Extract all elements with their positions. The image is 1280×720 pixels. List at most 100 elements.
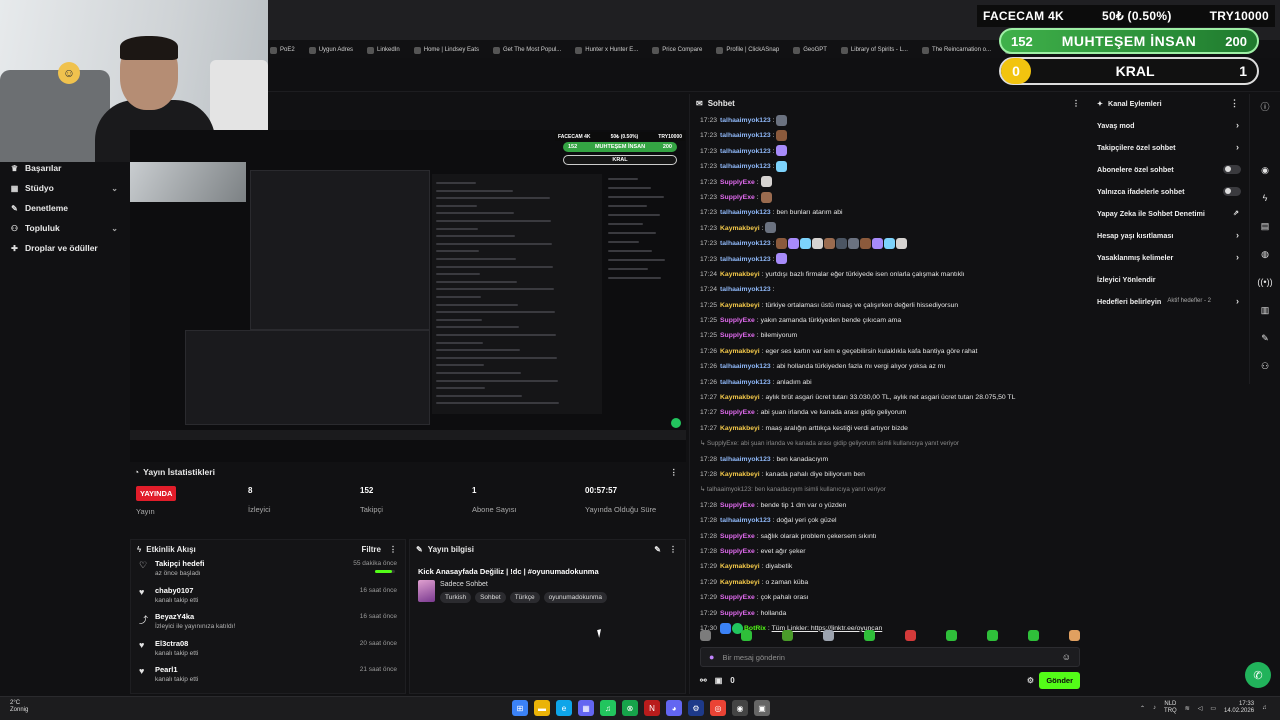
action-item-6[interactable]: Yasaklanmış kelimeler › [1092,246,1247,268]
chat-username[interactable]: SupplyExe [720,179,755,186]
chat-message[interactable]: 17:28 SupplyExe: evet ağır şeker [700,544,1084,559]
chat-username[interactable]: Kaymakbeyi [720,271,760,278]
action-item-7[interactable]: İzleyici Yönlendir [1092,268,1247,290]
chat-username[interactable]: talhaaimyok123 [720,240,771,247]
quick-emote-icon[interactable] [823,630,834,641]
chat-message[interactable]: 17:26 talhaaimyok123: abi hollanda türkiy… [700,359,1084,374]
chat-message[interactable]: 17:23 talhaaimyok123: [700,252,1084,267]
chat-users-icon[interactable]: ⚯ [700,676,707,685]
action-item-4[interactable]: Yapay Zeka ile Sohbet Denetimi ⇗ [1092,202,1247,224]
store-icon[interactable]: ▦ [578,700,594,716]
sidebar-item-4[interactable]: ✚ Droplar ve ödüller [0,238,128,258]
chat-message[interactable]: 17:29 SupplyExe: hollanda [700,606,1084,621]
chat-username[interactable]: SupplyExe [720,332,755,339]
assistant-fab-icon[interactable]: ✆ [1245,662,1271,688]
edit-icon[interactable]: ✎ [654,545,661,554]
quick-emote-icon[interactable] [1028,630,1039,641]
quick-emote-icon[interactable] [987,630,998,641]
chat-username[interactable]: Kaymakbeyi [720,471,760,478]
chat-username[interactable]: talhaaimyok123 [720,163,771,170]
chat-username[interactable]: Kaymakbeyi [720,394,760,401]
chat-username[interactable]: talhaaimyok123 [720,209,771,216]
sidebar-item-0[interactable]: ♛ Başarılar [0,158,128,178]
action-item-1[interactable]: Takipçilere özel sohbet › [1092,136,1247,158]
action-toggle[interactable] [1223,186,1241,196]
chat-message[interactable]: 17:23 talhaaimyok123: ben bunları atarım … [700,205,1084,220]
chat-message[interactable]: 17:23 talhaaimyok123: [700,128,1084,143]
chat-username[interactable]: SupplyExe [720,194,755,201]
bookmark-item[interactable]: Profile | ClickASnap [716,46,779,54]
xbox-icon[interactable]: ⊗ [622,700,638,716]
chat-username[interactable]: SupplyExe [720,409,755,416]
chat-username[interactable]: talhaaimyok123 [720,517,771,524]
chat-username[interactable]: talhaaimyok123 [720,256,771,263]
chat-username[interactable]: SupplyExe [720,610,755,617]
edge-icon[interactable]: e [556,700,572,716]
quick-emote-icon[interactable] [905,630,916,641]
bookmark-item[interactable]: LinkedIn [367,46,400,54]
bookmark-item[interactable]: Library of Spirits - L... [840,46,908,54]
chat-message[interactable]: 17:26 talhaaimyok123: anladım abi [700,375,1084,390]
chat-message[interactable]: 17:29 Kaymakbeyi: diyabetik [700,559,1084,574]
weather-widget[interactable]: 2°C Zonnig [10,700,28,714]
chat-username[interactable]: SupplyExe [720,548,755,555]
chat-message[interactable]: 17:23 talhaaimyok123: [700,236,1084,251]
battery-icon[interactable]: ▭ [1210,705,1216,712]
action-item-2[interactable]: Abonelere özel sohbet [1092,158,1247,180]
clock[interactable]: 17:33 14.02.2026 [1224,701,1254,715]
camera-icon[interactable]: ◉ [1257,162,1273,178]
document-icon[interactable]: ▤ [1257,218,1273,234]
chat-message[interactable]: 17:29 SupplyExe: çok pahalı orası [700,590,1084,605]
action-toggle[interactable] [1223,164,1241,174]
quick-emote-icon[interactable] [1069,630,1080,641]
chat-username[interactable]: talhaaimyok123 [720,286,771,293]
actions-menu-icon[interactable]: ⋮ [1230,98,1239,109]
quick-emote-icon[interactable] [741,630,752,641]
chat-username[interactable]: SupplyExe [720,533,755,540]
stream-preview[interactable]: FACECAM 4K 50₺ (0.50%) TRY10000 152 MUHT… [130,130,686,462]
bookmark-item[interactable]: Price Compare [652,46,702,54]
bookmark-item[interactable]: Get The Most Popul... [493,46,561,54]
chat-message[interactable]: 17:25 SupplyExe: bilemiyorum [700,328,1084,343]
bookmark-item[interactable]: Hunter x Hunter E... [575,46,638,54]
stream-tag[interactable]: oyunumadokunma [543,592,608,603]
chat-message[interactable]: 17:25 SupplyExe: yakın zamanda türkiyeden… [700,313,1084,328]
chat-message[interactable]: 17:23 talhaaimyok123: [700,159,1084,174]
chat-message[interactable]: 17:28 SupplyExe: sağlık olarak problem çe… [700,529,1084,544]
chat-username[interactable]: Kaymakbeyi [720,579,760,586]
stream-tag[interactable]: Turkish [440,592,472,603]
sidebar-item-1[interactable]: ▦ Stüdyo ⌄ [0,178,128,198]
users-icon[interactable]: ⚇ [1257,358,1273,374]
chat-message[interactable]: 17:24 Kaymakbeyi: yurtdışı bazlı firmalar… [700,267,1084,282]
volume-icon[interactable]: ♪ [1153,705,1156,711]
chat-username[interactable]: SupplyExe [720,317,755,324]
bookmark-item[interactable]: PoE2 [270,46,295,54]
bolt-icon[interactable]: ϟ [1257,190,1273,206]
info-icon[interactable]: ⓘ [1257,98,1273,114]
language-indicator[interactable]: NLD TRQ [1164,701,1177,715]
chat-username[interactable]: Kaymakbeyi [720,225,760,232]
feed-filter-button[interactable]: Filtre [361,545,381,554]
chat-username[interactable]: Kaymakbeyi [720,425,760,432]
action-item-8[interactable]: Hedefleri belirleyin Aktif hedefler - 2 › [1092,290,1247,312]
notification-bell-icon[interactable]: ♫ [1262,705,1267,711]
chat-message[interactable]: 17:26 Kaymakbeyi: eger ses kartın var iem… [700,344,1084,359]
chat-message[interactable]: 17:23 talhaaimyok123: [700,144,1084,159]
steam-icon[interactable]: ⚙ [688,700,704,716]
chat-username[interactable]: Kaymakbeyi [720,302,760,309]
stream-tag[interactable]: Sohbet [475,592,506,603]
feed-menu-icon[interactable]: ⋮ [389,545,397,554]
chat-username[interactable]: talhaaimyok123 [720,363,771,370]
emoji-picker-icon[interactable]: ☺ [1062,652,1071,662]
netflix-icon[interactable]: N [644,700,660,716]
broadcast-icon[interactable]: ((•)) [1257,274,1273,290]
file-explorer-icon[interactable]: ▬ [534,700,550,716]
settings-gear-icon[interactable]: ⚙ [1027,676,1034,685]
stream-tag[interactable]: Türkçe [509,592,540,603]
chat-menu-icon[interactable]: ⋮ [1072,99,1080,108]
chat-message[interactable]: 17:23 talhaaimyok123: [700,113,1084,128]
chat-message[interactable]: 17:23 SupplyExe: [700,190,1084,205]
chat-username[interactable]: talhaaimyok123 [720,148,771,155]
mic-icon[interactable]: ● [709,652,714,662]
chat-message[interactable]: 17:28 Kaymakbeyi: kanada pahalı diye bili… [700,467,1084,482]
